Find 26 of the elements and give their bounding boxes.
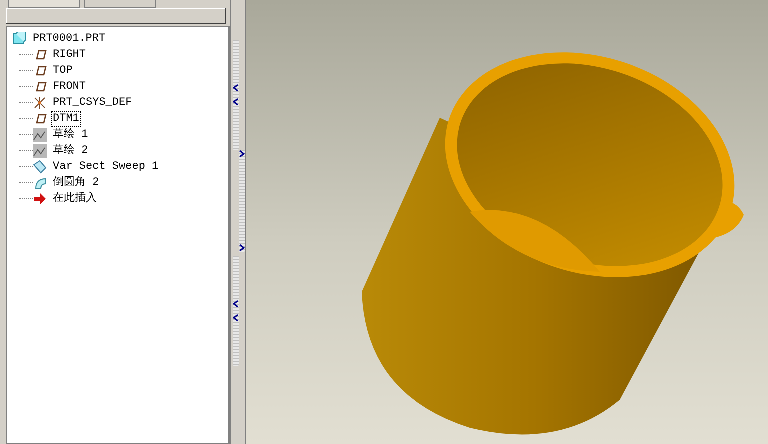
round-feature-icon <box>33 176 47 190</box>
sketch-icon <box>33 144 47 158</box>
model-viewport[interactable] <box>246 0 768 444</box>
tree-item[interactable]: 在此插入 <box>51 191 99 207</box>
expand-handle[interactable] <box>239 150 245 252</box>
tree-item[interactable]: 草绘 2 <box>51 143 90 159</box>
sweep-feature-icon <box>33 160 47 174</box>
sketch-icon <box>33 128 47 142</box>
chevron-right-icon <box>239 244 245 252</box>
tree-item[interactable]: RIGHT <box>51 47 88 63</box>
tree-item[interactable]: FRONT <box>51 79 88 95</box>
collapse-handle[interactable] <box>233 256 239 366</box>
tree-item[interactable]: 倒圆角 2 <box>51 175 102 191</box>
chevron-right-icon <box>239 150 245 158</box>
tab[interactable] <box>84 0 156 8</box>
tree-item[interactable]: PRT_CSYS_DEF <box>51 95 134 111</box>
tree-item[interactable]: Var Sect Sweep 1 <box>51 159 161 175</box>
tree-item[interactable]: PRT0001.PRT <box>31 31 108 47</box>
collapse-handle[interactable] <box>233 40 239 150</box>
tree-item[interactable]: DTM1 <box>51 111 82 127</box>
tree-item[interactable]: 草绘 1 <box>51 127 90 143</box>
arrow-right-icon <box>33 192 47 206</box>
tree-item[interactable]: TOP <box>51 63 75 79</box>
part-icon <box>13 32 27 46</box>
tab[interactable] <box>8 0 80 8</box>
coordinate-system-icon <box>33 96 47 110</box>
